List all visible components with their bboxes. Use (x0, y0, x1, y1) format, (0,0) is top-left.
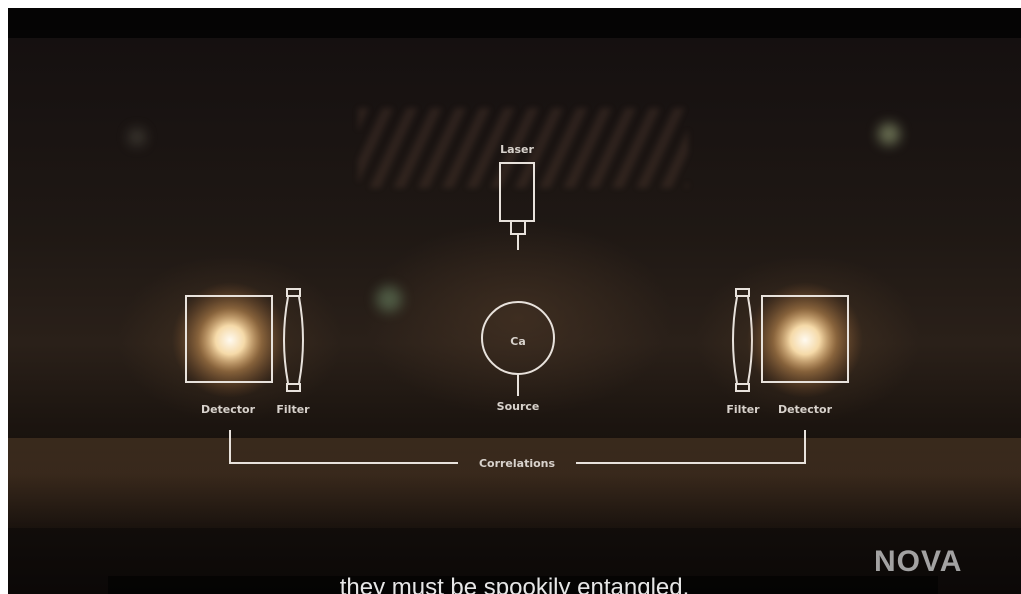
left-filter-label: Filter (276, 403, 310, 416)
video-frame: Laser Ca Source Detector Filter Filter D… (8, 8, 1021, 594)
right-detector-label: Detector (778, 403, 833, 416)
correlations-label: Correlations (479, 457, 556, 470)
source-label: Source (497, 400, 540, 413)
left-detector-icon (172, 282, 288, 398)
laser-icon (499, 162, 535, 250)
subtitle-text: they must be spookily entangled. (339, 574, 690, 594)
left-detector-label: Detector (201, 403, 256, 416)
source-icon (481, 301, 555, 396)
experiment-diagram: Laser Ca Source Detector Filter Filter D… (172, 143, 863, 470)
source-element-label: Ca (510, 335, 526, 348)
laser-label: Laser (500, 143, 534, 156)
right-filter-label: Filter (726, 403, 760, 416)
right-detector-icon (747, 282, 863, 398)
